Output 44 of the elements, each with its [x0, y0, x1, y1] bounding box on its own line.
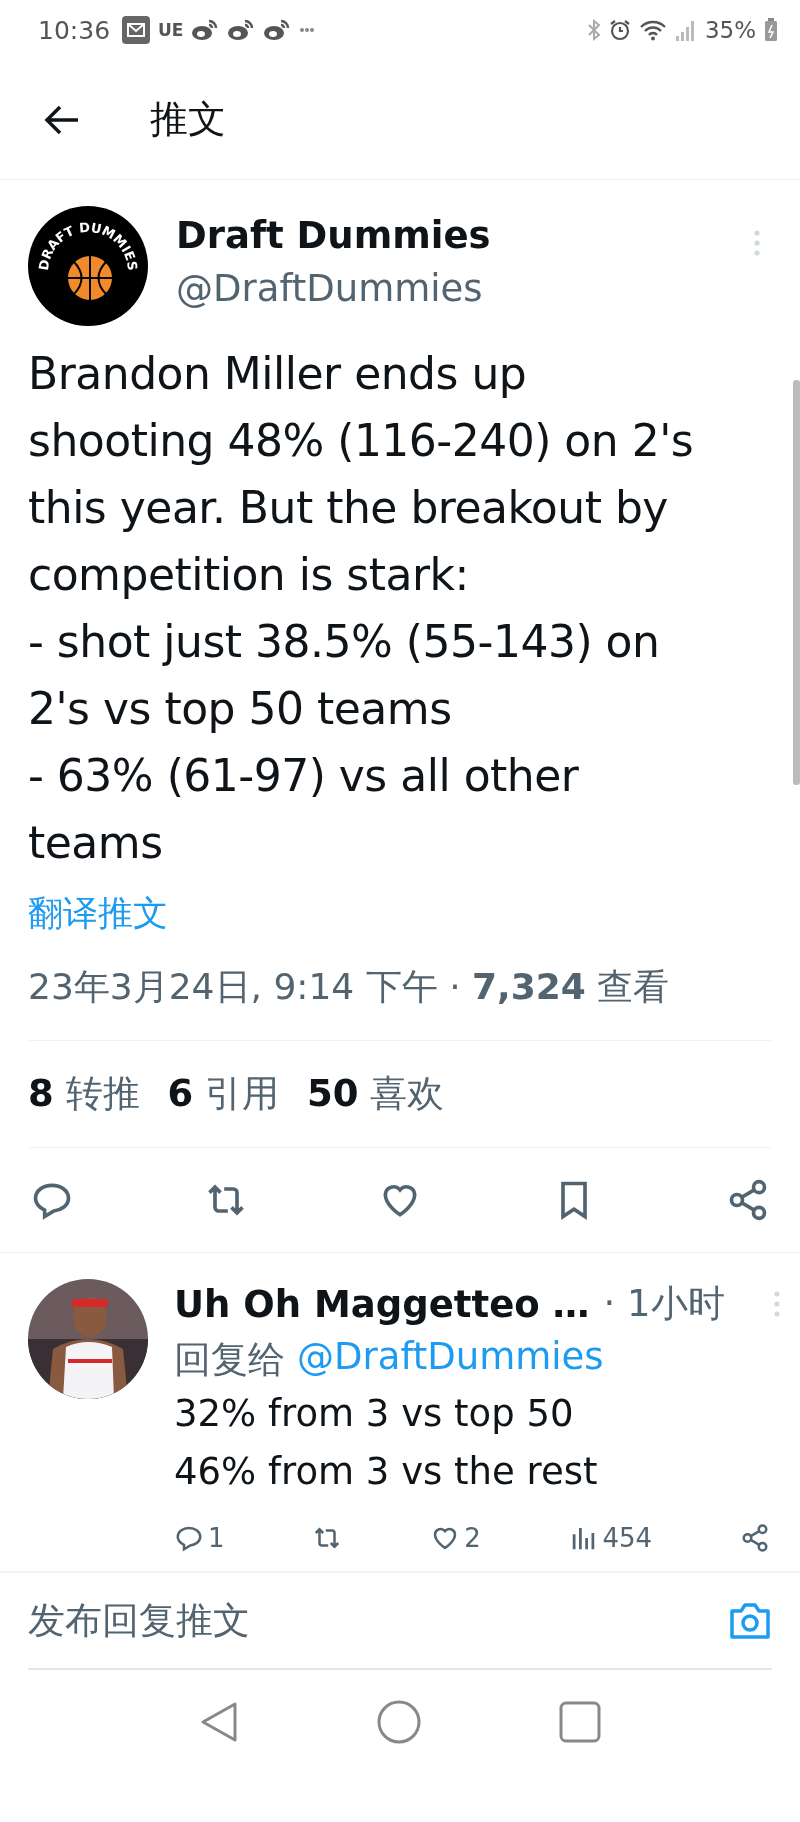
- tweet-text-line: this year. But the breakout by: [28, 481, 669, 535]
- tweet-text-line: Brandon Miller ends up: [28, 347, 528, 401]
- reply-time: · 1小时: [603, 1281, 725, 1327]
- tweet-text-line: teams: [28, 816, 164, 870]
- weibo-icon: [227, 18, 256, 42]
- reply-to-label: 回复给: [174, 1337, 285, 1383]
- engagement-stat[interactable]: 8 转推: [28, 1069, 140, 1119]
- bluetooth-icon: [586, 19, 601, 41]
- scrollbar[interactable]: [793, 380, 800, 785]
- tweet-timestamp: 23年3月24日, 9:14 下午 · 7,324 查看: [28, 937, 772, 1041]
- author-name[interactable]: Draft Dummies: [176, 214, 491, 257]
- wifi-icon: [638, 19, 667, 41]
- status-time: 10:36: [38, 15, 111, 45]
- reply-text-line: 46% from 3 vs the rest: [174, 1449, 599, 1495]
- alarm-icon: [608, 19, 631, 41]
- page-title: 推文: [150, 96, 226, 143]
- reply-author-name[interactable]: Uh Oh Maggetteo …: [174, 1282, 590, 1326]
- author-handle[interactable]: @DraftDummies: [176, 267, 491, 310]
- action-count: 2: [464, 1523, 481, 1553]
- home-circle-icon[interactable]: [377, 1700, 421, 1744]
- battery-icon: [764, 18, 778, 42]
- engagement-stat[interactable]: 6 引用: [167, 1069, 280, 1119]
- tweet-text-line: 2's vs top 50 teams: [28, 682, 453, 736]
- action-count: 1: [208, 1523, 225, 1553]
- back-arrow-icon[interactable]: [44, 103, 80, 136]
- camera-icon[interactable]: [728, 1601, 772, 1640]
- mail-icon: [122, 16, 151, 44]
- engagement-stat[interactable]: 50 喜欢: [307, 1069, 445, 1119]
- reply-input-field[interactable]: 发布回复推文: [28, 1599, 728, 1642]
- weibo-icon: [263, 18, 292, 42]
- more-icon: [299, 27, 316, 33]
- action-count: 454: [602, 1523, 653, 1553]
- reply-text-line: 32% from 3 vs top 50: [174, 1391, 575, 1437]
- signal-icon: [674, 19, 697, 41]
- battery-percent: 35%: [704, 17, 756, 43]
- tweet-text-line: - 63% (61-97) vs all other: [28, 749, 580, 803]
- back-triangle-icon[interactable]: [199, 1700, 239, 1744]
- tweet-text-line: - shot just 38.5% (55-143) on: [28, 615, 661, 669]
- share-icon[interactable]: [740, 1523, 770, 1553]
- weibo-icon: [191, 18, 220, 42]
- status-label: UE: [158, 20, 184, 40]
- recents-square-icon[interactable]: [559, 1701, 601, 1743]
- tweet-text-line: shooting 48% (116-240) on 2's: [28, 414, 695, 468]
- tweet-text-line: competition is stark:: [28, 548, 470, 602]
